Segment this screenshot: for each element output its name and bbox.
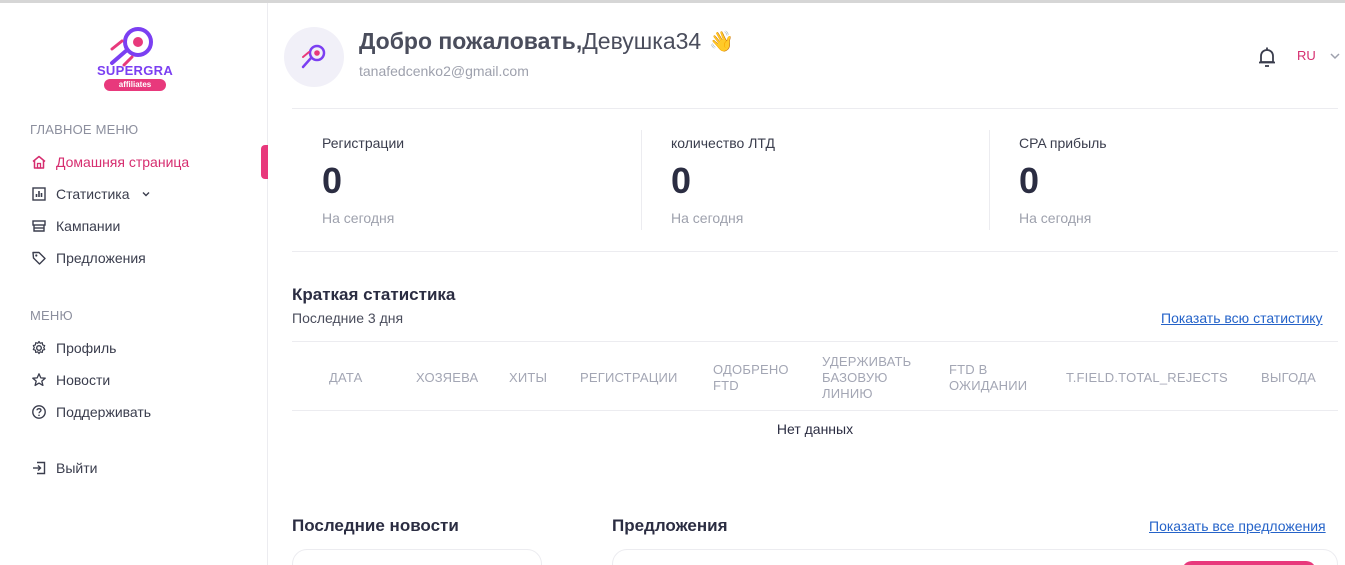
column-header-baseline[interactable]: УДЕРЖИВАТЬ БАЗОВУЮ ЛИНИЮ [822, 354, 932, 402]
sidebar: SUPERGRA affiliates ГЛАВНОЕ МЕНЮ Домашня… [0, 3, 268, 565]
logo-text: SUPERGRA [96, 63, 174, 78]
username: Девушка34 [582, 28, 702, 54]
sidebar-item-news[interactable]: Новости [30, 369, 110, 391]
column-header-hits[interactable]: ХИТЫ [509, 370, 547, 386]
avatar[interactable] [284, 27, 344, 87]
campaign-icon [30, 217, 48, 235]
kpi-value: 0 [671, 160, 692, 201]
table-header-bottom-border [292, 410, 1338, 411]
home-icon [30, 153, 48, 171]
active-indicator [261, 145, 268, 179]
divider [292, 108, 1338, 109]
kpi-label: количество ЛТД [671, 135, 775, 151]
chevron-down-icon [1328, 49, 1342, 63]
chevron-down-icon[interactable] [140, 188, 152, 200]
column-header-hosts[interactable]: ХОЗЯЕВА [416, 370, 478, 386]
sidebar-item-label: Кампании [56, 218, 121, 234]
sidebar-item-label: Поддерживать [56, 404, 152, 420]
sidebar-item-home[interactable]: Домашняя страница [30, 151, 189, 173]
kpi-value: 0 [1019, 160, 1040, 201]
kpi-label: CPA прибыль [1019, 135, 1107, 151]
column-header-approved-ftd[interactable]: ОДОБРЕНО FTD [713, 362, 803, 394]
sidebar-item-label: Предложения [56, 250, 146, 266]
show-all-offers-link[interactable]: Показать все предложения [1149, 518, 1326, 534]
kpi-label: Регистрации [322, 135, 405, 151]
sidebar-item-label: Профиль [56, 340, 117, 356]
kpi-registrations: Регистрации 0 На сегодня [292, 130, 641, 230]
wave-hand-icon: 👋 [709, 31, 735, 53]
column-header-ftd-pending[interactable]: FTD В ОЖИДАНИИ [949, 362, 1049, 394]
column-header-registrations[interactable]: РЕГИСТРАЦИИ [580, 370, 678, 386]
bell-icon [1259, 47, 1275, 67]
bar-chart-icon [30, 185, 48, 203]
sidebar-item-campaigns[interactable]: Кампании [30, 215, 120, 237]
kpi-ftd-count: количество ЛТД 0 На сегодня [641, 130, 989, 230]
comet-logo-icon [301, 44, 326, 69]
logo-badge: affiliates [104, 79, 166, 91]
sidebar-item-support[interactable]: Поддерживать [30, 401, 151, 423]
offer-action-button[interactable] [1182, 561, 1316, 565]
column-header-date[interactable]: ДАТА [329, 370, 362, 386]
page-title: Добро пожаловать, Девушка34 👋 [359, 28, 734, 55]
kpi-subtitle: На сегодня [1019, 210, 1092, 226]
language-code: RU [1297, 48, 1316, 63]
divider [292, 251, 1338, 252]
kpi-cpa-profit: CPA прибыль 0 На сегодня [989, 130, 1338, 230]
kpi-value: 0 [322, 160, 343, 201]
sidebar-item-label: Домашняя страница [56, 154, 190, 170]
sidebar-item-label: Выйти [56, 460, 98, 476]
logout-icon [30, 459, 48, 477]
brand-logo[interactable]: SUPERGRA affiliates [88, 23, 178, 97]
tag-icon [30, 249, 48, 267]
notifications-button[interactable] [1255, 45, 1279, 69]
comet-logo-icon [110, 27, 153, 67]
sidebar-item-statistics[interactable]: Статистика [30, 183, 152, 205]
main-menu-title: ГЛАВНОЕ МЕНЮ [30, 122, 139, 137]
sidebar-item-profile[interactable]: Профиль [30, 337, 116, 359]
news-card[interactable] [292, 549, 542, 565]
sidebar-item-offers[interactable]: Предложения [30, 247, 146, 269]
language-selector[interactable]: RU [1297, 48, 1342, 63]
column-header-profit[interactable]: ВЫГОДА [1261, 370, 1316, 386]
kpi-subtitle: На сегодня [322, 210, 395, 226]
sidebar-item-logout[interactable]: Выйти [30, 457, 97, 479]
table-header-top-border [292, 341, 1338, 342]
show-all-stats-link[interactable]: Показать всю статистику [1161, 310, 1323, 326]
star-icon [30, 371, 48, 389]
empty-table-message: Нет данных [776, 421, 854, 437]
sidebar-item-label: Новости [56, 372, 111, 388]
welcome-text: Добро пожаловать, [359, 28, 583, 54]
user-email: tanafedcenko2@gmail.com [359, 63, 529, 79]
short-stats-title: Краткая статистика [292, 285, 456, 304]
short-stats-subtitle: Последние 3 дня [292, 310, 404, 326]
sidebar-item-label: Статистика [56, 186, 130, 202]
help-circle-icon [30, 403, 48, 421]
news-title: Последние новости [292, 516, 459, 535]
kpi-subtitle: На сегодня [671, 210, 744, 226]
offers-title: Предложения [612, 516, 728, 535]
menu-title: МЕНЮ [30, 308, 73, 323]
gear-icon [30, 339, 48, 357]
column-header-total-rejects[interactable]: T.FIELD.TOTAL_REJECTS [1066, 370, 1228, 386]
